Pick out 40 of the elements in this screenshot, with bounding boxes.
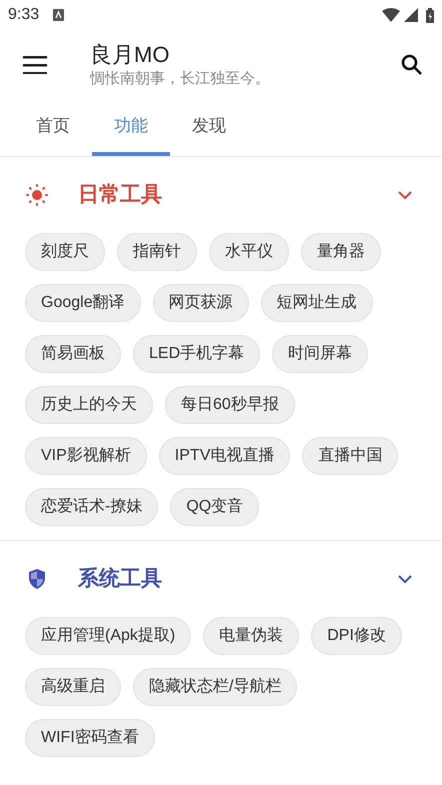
section-title: 系统工具 <box>78 566 163 592</box>
tool-chip[interactable]: 历史上的今天 <box>25 386 153 424</box>
chevron-icon <box>398 574 412 584</box>
status-time: 9:33 <box>8 5 40 25</box>
tool-chip[interactable]: 简易画板 <box>25 335 121 373</box>
tool-chip[interactable]: 隐藏状态栏/导航栏 <box>133 668 298 706</box>
tool-chip[interactable]: 电量伪装 <box>203 617 300 655</box>
tool-chip[interactable]: 水平仪 <box>209 233 289 271</box>
tool-chip[interactable]: 高级重启 <box>25 668 121 706</box>
tool-chip[interactable]: 每日60秒早报 <box>165 386 295 424</box>
tool-chip[interactable]: 网页获源 <box>152 284 249 322</box>
sun-icon <box>25 183 49 207</box>
tool-chip[interactable]: 恋爱话术-撩妹 <box>25 488 158 526</box>
tool-chip[interactable]: 直播中国 <box>302 437 398 475</box>
tool-chip[interactable]: Google翻译 <box>25 284 141 322</box>
chevron-icon <box>398 190 412 200</box>
tab[interactable]: 发现 <box>170 100 248 156</box>
tool-chip[interactable]: DPI修改 <box>311 617 402 655</box>
search-icon <box>401 54 423 76</box>
tab[interactable]: 首页 <box>14 100 92 156</box>
section-title: 日常工具 <box>78 182 163 208</box>
tool-chip[interactable]: 量角器 <box>301 233 381 271</box>
tool-chip[interactable]: LED手机字幕 <box>133 335 260 373</box>
signal-icon <box>404 8 418 22</box>
tool-chip[interactable]: IPTV电视直播 <box>158 437 290 475</box>
tool-chip[interactable]: 刻度尺 <box>25 233 105 271</box>
tool-chip[interactable]: 时间屏幕 <box>272 335 368 373</box>
tab[interactable]: 功能 <box>92 100 170 156</box>
tool-chip[interactable]: QQ变音 <box>170 488 260 526</box>
wifi-icon <box>382 8 400 22</box>
tool-chip[interactable]: WIFI密码查看 <box>25 719 155 757</box>
notification-icon <box>53 9 64 21</box>
battery-icon <box>426 8 434 22</box>
menu-icon <box>23 56 47 74</box>
tool-chip[interactable]: 短网址生成 <box>260 284 373 322</box>
app-title: 良月MO <box>90 41 170 69</box>
tool-chip[interactable]: 应用管理(Apk提取) <box>25 617 192 655</box>
tool-chip[interactable]: 指南针 <box>117 233 197 271</box>
app-subtitle: 惆怅南朝事，长江独至今。 <box>90 69 271 89</box>
tool-chip[interactable]: VIP影视解析 <box>25 437 147 475</box>
